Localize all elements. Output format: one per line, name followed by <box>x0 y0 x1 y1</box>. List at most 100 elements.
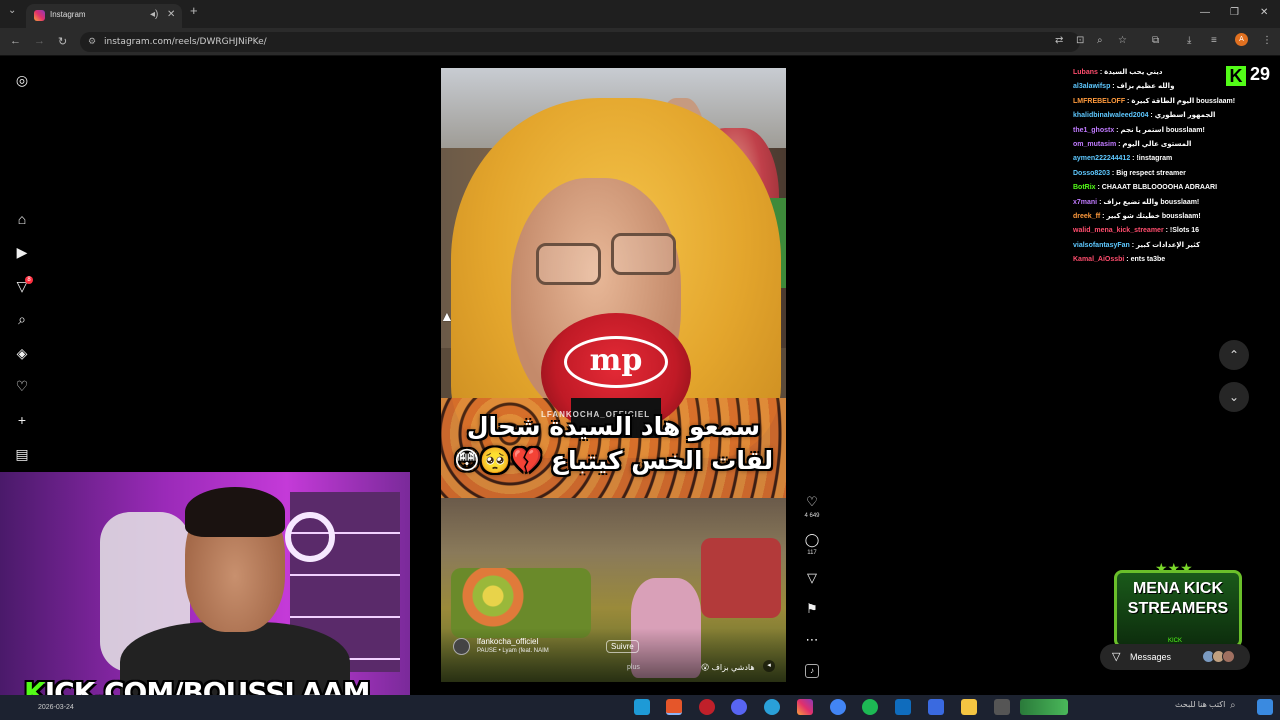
share-icon[interactable]: ▽ <box>803 570 821 586</box>
chat-text: : المستوى عالي اليوم <box>1116 141 1192 149</box>
start-icon[interactable] <box>1257 699 1273 715</box>
search-icon[interactable]: ⌕ <box>1230 700 1236 711</box>
browser-toolbar: ← → ↻ ⚙ instagram.com/reels/DWRGHJNiPKe/… <box>0 28 1280 56</box>
glasses <box>536 243 601 285</box>
chat-message: aymen222244412 : !instagram <box>1073 152 1273 166</box>
chat-text: : ents ta3be <box>1124 256 1166 264</box>
chat-message: Lubans : ديني يحب السيدة <box>1073 66 1273 80</box>
browser-app-icon[interactable] <box>666 699 682 715</box>
avatar <box>1222 650 1235 663</box>
messages-label: Messages <box>1130 652 1172 662</box>
badge-line-1: MENA KICK <box>1132 580 1224 597</box>
browser-menu-icon[interactable]: ⋮ <box>1262 35 1272 46</box>
app-icon[interactable] <box>634 699 650 715</box>
save-icon[interactable]: ⚑ <box>803 601 821 617</box>
instagram-app-icon[interactable] <box>797 699 813 715</box>
chat-text: : CHAAAT BLBLOOOOHA ADRAARI <box>1095 184 1218 192</box>
close-window-icon[interactable]: ✕ <box>1260 7 1268 18</box>
app-icon[interactable] <box>699 699 715 715</box>
widgets-icon[interactable] <box>1020 699 1068 715</box>
bookmark-star-icon[interactable]: ☆ <box>1118 35 1127 46</box>
next-reel-button[interactable]: ⌄ <box>1219 382 1249 412</box>
instagram-icon[interactable]: ◎ <box>13 71 31 89</box>
outlook-icon[interactable] <box>895 699 911 715</box>
chat-text: : والله تضيع بزاف bousslaam! <box>1097 198 1200 206</box>
audio-page-icon[interactable]: ♪ <box>805 664 819 678</box>
reading-list-icon[interactable]: ≡ <box>1211 35 1217 46</box>
chat-text: : استمر يا نجم bousslaam! <box>1114 126 1205 134</box>
site-info-icon[interactable]: ⚙ <box>88 36 96 47</box>
follow-button[interactable]: Suivre <box>606 640 639 653</box>
profile-avatar[interactable]: A <box>1235 33 1248 46</box>
video-caption: سمعو هاد السيدة شحال لقات الخس كيتباع 💔🥺… <box>453 412 774 475</box>
install-icon[interactable]: ⊡ <box>1076 35 1084 46</box>
chat-username: x7mani <box>1073 198 1098 206</box>
calendar-icon[interactable] <box>928 699 944 715</box>
maximize-icon[interactable]: ❐ <box>1230 7 1239 18</box>
chat-message: x7mani : والله تضيع بزاف bousslaam! <box>1073 196 1273 210</box>
chrome-icon[interactable] <box>830 699 846 715</box>
chat-message: khalidbinalwaleed2004 : الجمهور اسطوري <box>1073 109 1273 123</box>
minimize-icon[interactable]: — <box>1200 7 1210 18</box>
chat-text: : خطيتك شو كبير bousslaam! <box>1100 213 1201 221</box>
reload-icon[interactable]: ↻ <box>58 35 67 48</box>
tab-audio-icon[interactable]: ◂) <box>150 9 158 20</box>
tab-instagram[interactable]: Instagram ◂) ✕ <box>26 4 182 28</box>
instagram-favicon-icon <box>34 10 45 21</box>
new-tab-button[interactable]: + <box>190 3 198 18</box>
translate-icon[interactable]: ⇄ <box>1055 35 1063 46</box>
downloads-icon[interactable]: ⤓ <box>1187 35 1191 46</box>
author-avatar[interactable] <box>453 638 470 655</box>
messages-button[interactable]: ▽ Messages <box>1100 644 1250 670</box>
chat-text: : كثير الإعدادات كبير <box>1129 241 1201 249</box>
zoom-icon[interactable]: ⌕ <box>1097 35 1103 46</box>
more-link[interactable]: plus <box>627 664 640 671</box>
streamer-webcam <box>0 472 410 705</box>
notification-badge: 8 <box>25 276 33 284</box>
like-icon[interactable]: ♡ <box>803 494 821 510</box>
forward-icon[interactable]: → <box>34 35 45 47</box>
likes-count: 4 649 <box>804 513 820 519</box>
mute-icon[interactable]: ◂ <box>763 660 775 672</box>
comments-count: 117 <box>807 550 817 556</box>
url-text: instagram.com/reels/DWRGHJNiPKe/ <box>104 37 267 47</box>
taskbar-search[interactable]: اكتب هنا للبحث <box>1175 700 1225 709</box>
reels-icon[interactable]: ▶ <box>13 243 31 261</box>
tab-close-icon[interactable]: ✕ <box>167 9 175 20</box>
chat-username: Dosso8203 <box>1073 169 1110 177</box>
home-icon[interactable]: ⌂ <box>13 210 31 228</box>
chat-username: Kamal_AiOssbi <box>1073 256 1125 264</box>
back-icon[interactable]: ← <box>10 35 21 47</box>
dashboard-icon[interactable]: ▤ <box>13 445 31 463</box>
chat-message: the1_ghostx : استمر يا نجم bousslaam! <box>1073 124 1273 138</box>
create-icon[interactable]: + <box>13 411 31 429</box>
author-name[interactable]: lfankocha_officiel <box>477 637 538 646</box>
explore-icon[interactable]: ◈ <box>13 344 31 362</box>
address-bar[interactable]: ⚙ instagram.com/reels/DWRGHJNiPKe/ ⇄ ⊡ ⌕… <box>80 32 1127 52</box>
mouse-cursor-icon: ▲ <box>440 308 454 324</box>
tab-list-icon[interactable]: ⌄ <box>8 5 16 16</box>
reel-video[interactable]: mp LFANKOCHA_OFFICIEL سمعو هاد السيدة شح… <box>441 68 786 682</box>
chat-message: Dosso8203 : Big respect streamer <box>1073 167 1273 181</box>
tab-title: Instagram <box>50 10 86 19</box>
chat-username: om_mutasim <box>1073 141 1117 149</box>
audio-track[interactable]: PAUSE • Lyam (feat. NAIM <box>477 648 549 654</box>
stream-chat: Lubans : ديني يحب السيدة al3alawifsp : وا… <box>1073 66 1273 268</box>
extensions-icon[interactable]: ⧉ <box>1152 35 1159 46</box>
taskbar-date: 2026-03-24 <box>38 704 74 711</box>
chat-message: BotRix : CHAAAT BLBLOOOOHA ADRAARI <box>1073 181 1273 195</box>
task-view-icon[interactable] <box>994 699 1010 715</box>
previous-reel-button[interactable]: ⌃ <box>1219 340 1249 370</box>
chat-message: om_mutasim : المستوى عالي اليوم <box>1073 138 1273 152</box>
chat-text: : اليوم الطاقة كبيرة bousslaam! <box>1125 97 1236 105</box>
more-options-icon[interactable]: ⋯ <box>803 632 821 648</box>
notifications-icon[interactable]: ♡ <box>13 377 31 395</box>
spotify-icon[interactable] <box>862 699 878 715</box>
comment-icon[interactable]: ◯ <box>803 532 821 548</box>
glasses <box>611 233 676 275</box>
chat-username: LMFREBELOFF <box>1073 97 1126 105</box>
file-explorer-icon[interactable] <box>961 699 977 715</box>
app-icon[interactable] <box>764 699 780 715</box>
app-icon[interactable] <box>731 699 747 715</box>
search-icon[interactable]: ⌕ <box>13 310 31 328</box>
